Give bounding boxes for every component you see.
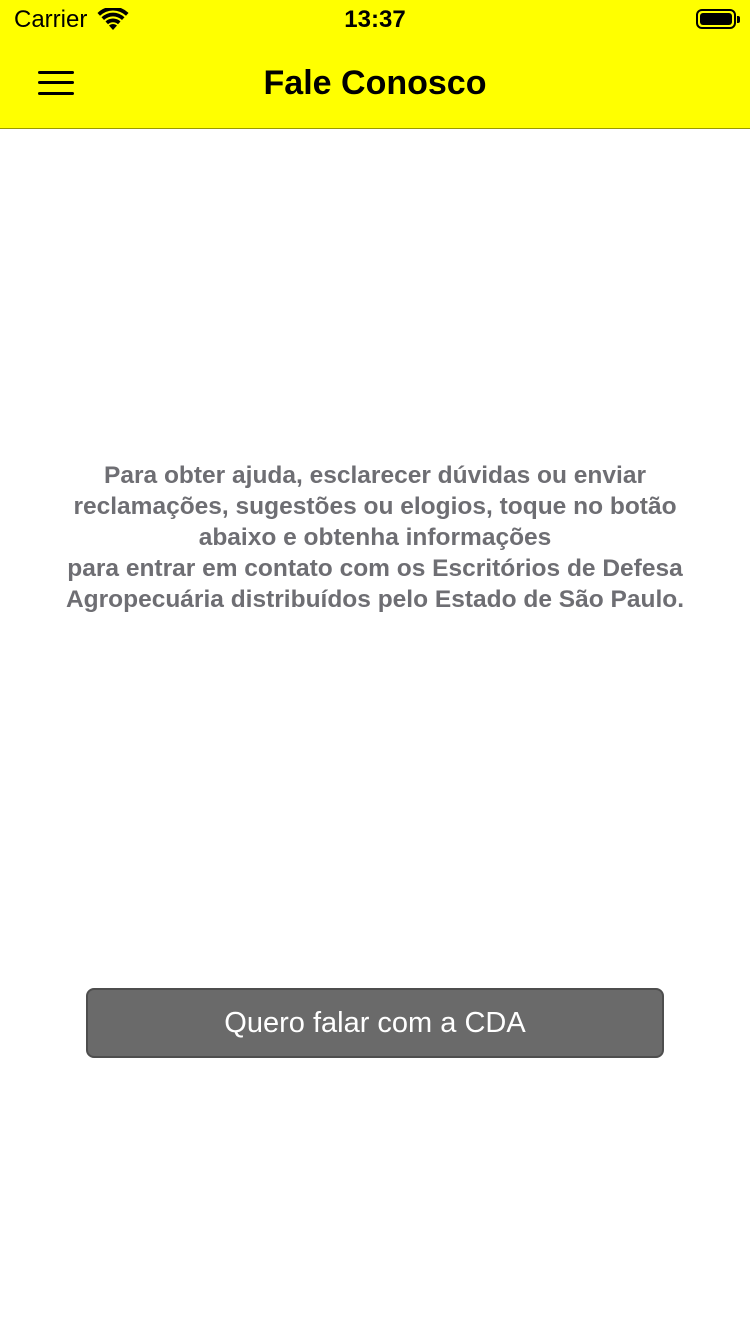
status-time: 13:37 [344,6,406,33]
top-area: Carrier 13:37 Fale Conosco [0,0,750,129]
info-text: Para obter ajuda, esclarecer dúvidas ou … [65,462,685,613]
battery-fill [700,13,732,25]
contact-cda-button[interactable]: Quero falar com a CDA [86,988,664,1058]
status-bar: Carrier 13:37 [0,0,750,40]
page-title: Fale Conosco [263,64,487,102]
screen: Carrier 13:37 Fale Conosco Para obter aj… [0,0,750,1334]
battery-nub [737,16,740,23]
battery-icon [696,9,740,29]
contact-cda-button-label: Quero falar com a CDA [224,1006,526,1039]
navigation-bar: Fale Conosco [0,40,750,128]
